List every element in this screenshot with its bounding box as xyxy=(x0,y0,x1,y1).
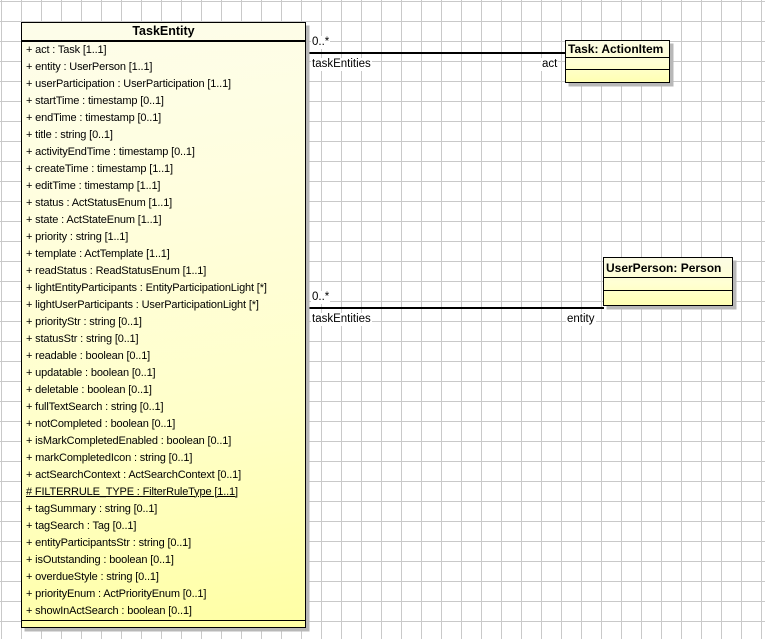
attribute-row[interactable]: + endTime : timestamp [0..1] xyxy=(22,110,305,127)
attribute-row[interactable]: + showInActSearch : boolean [0..1] xyxy=(22,603,305,620)
attribute-row[interactable]: + statusStr : string [0..1] xyxy=(22,331,305,348)
attribute-row[interactable]: + tagSearch : Tag [0..1] xyxy=(22,518,305,535)
multiplicity-label[interactable]: 0..* xyxy=(311,36,330,49)
attribute-row[interactable]: # FILTERRULE_TYPE : FilterRuleType [1..1… xyxy=(22,484,305,501)
attribute-row[interactable]: + editTime : timestamp [1..1] xyxy=(22,178,305,195)
class-task-actionitem[interactable]: Task: ActionItem xyxy=(565,40,670,83)
attribute-row[interactable]: + lightEntityParticipants : EntityPartic… xyxy=(22,280,305,297)
attribute-row[interactable]: + priority : string [1..1] xyxy=(22,229,305,246)
attribute-row[interactable]: + readable : boolean [0..1] xyxy=(22,348,305,365)
role-label-source[interactable]: taskEntities xyxy=(311,58,372,71)
attribute-row[interactable]: + tagSummary : string [0..1] xyxy=(22,501,305,518)
attribute-row[interactable]: + priorityEnum : ActPriorityEnum [0..1] xyxy=(22,586,305,603)
attribute-row[interactable]: + entity : UserPerson [1..1] xyxy=(22,59,305,76)
attribute-row[interactable]: + updatable : boolean [0..1] xyxy=(22,365,305,382)
role-label-target[interactable]: entity xyxy=(566,313,596,326)
attribute-row[interactable]: + template : ActTemplate [1..1] xyxy=(22,246,305,263)
attribute-row[interactable]: + isMarkCompletedEnabled : boolean [0..1… xyxy=(22,433,305,450)
operations-compartment xyxy=(566,70,669,83)
operations-compartment xyxy=(604,291,732,305)
attribute-row[interactable]: + startTime : timestamp [0..1] xyxy=(22,93,305,110)
class-title: TaskEntity xyxy=(22,23,305,42)
attribute-row[interactable]: + fullTextSearch : string [0..1] xyxy=(22,399,305,416)
class-title: Task: ActionItem xyxy=(566,41,669,58)
attribute-row[interactable]: + act : Task [1..1] xyxy=(22,42,305,59)
attribute-row[interactable]: + priorityStr : string [0..1] xyxy=(22,314,305,331)
operations-compartment xyxy=(22,620,305,628)
attribute-row[interactable]: + overdueStyle : string [0..1] xyxy=(22,569,305,586)
attributes-compartment xyxy=(566,58,669,70)
attribute-row[interactable]: + userParticipation : UserParticipation … xyxy=(22,76,305,93)
attributes-compartment: + act : Task [1..1]+ entity : UserPerson… xyxy=(22,42,305,620)
role-label-target[interactable]: act xyxy=(541,58,558,71)
association-line-entity[interactable] xyxy=(306,307,604,309)
attribute-row[interactable]: + lightUserParticipants : UserParticipat… xyxy=(22,297,305,314)
attribute-row[interactable]: + createTime : timestamp [1..1] xyxy=(22,161,305,178)
attribute-row[interactable]: + entityParticipantsStr : string [0..1] xyxy=(22,535,305,552)
attribute-row[interactable]: + title : string [0..1] xyxy=(22,127,305,144)
attribute-row[interactable]: + state : ActStateEnum [1..1] xyxy=(22,212,305,229)
diagram-canvas[interactable]: 0..* taskEntities act 0..* taskEntities … xyxy=(0,0,765,639)
class-taskentity[interactable]: TaskEntity + act : Task [1..1]+ entity :… xyxy=(21,22,306,628)
class-title: UserPerson: Person xyxy=(604,258,732,278)
attribute-row[interactable]: + readStatus : ReadStatusEnum [1..1] xyxy=(22,263,305,280)
multiplicity-label[interactable]: 0..* xyxy=(311,291,330,304)
attribute-row[interactable]: + isOutstanding : boolean [0..1] xyxy=(22,552,305,569)
attributes-compartment xyxy=(604,278,732,291)
attribute-row[interactable]: + markCompletedIcon : string [0..1] xyxy=(22,450,305,467)
role-label-source[interactable]: taskEntities xyxy=(311,313,372,326)
attribute-row[interactable]: + notCompleted : boolean [0..1] xyxy=(22,416,305,433)
attribute-row[interactable]: + activityEndTime : timestamp [0..1] xyxy=(22,144,305,161)
attribute-row[interactable]: + status : ActStatusEnum [1..1] xyxy=(22,195,305,212)
attribute-row[interactable]: + actSearchContext : ActSearchContext [0… xyxy=(22,467,305,484)
class-userperson-person[interactable]: UserPerson: Person xyxy=(603,257,733,306)
attribute-row[interactable]: + deletable : boolean [0..1] xyxy=(22,382,305,399)
association-line-act[interactable] xyxy=(306,52,565,54)
